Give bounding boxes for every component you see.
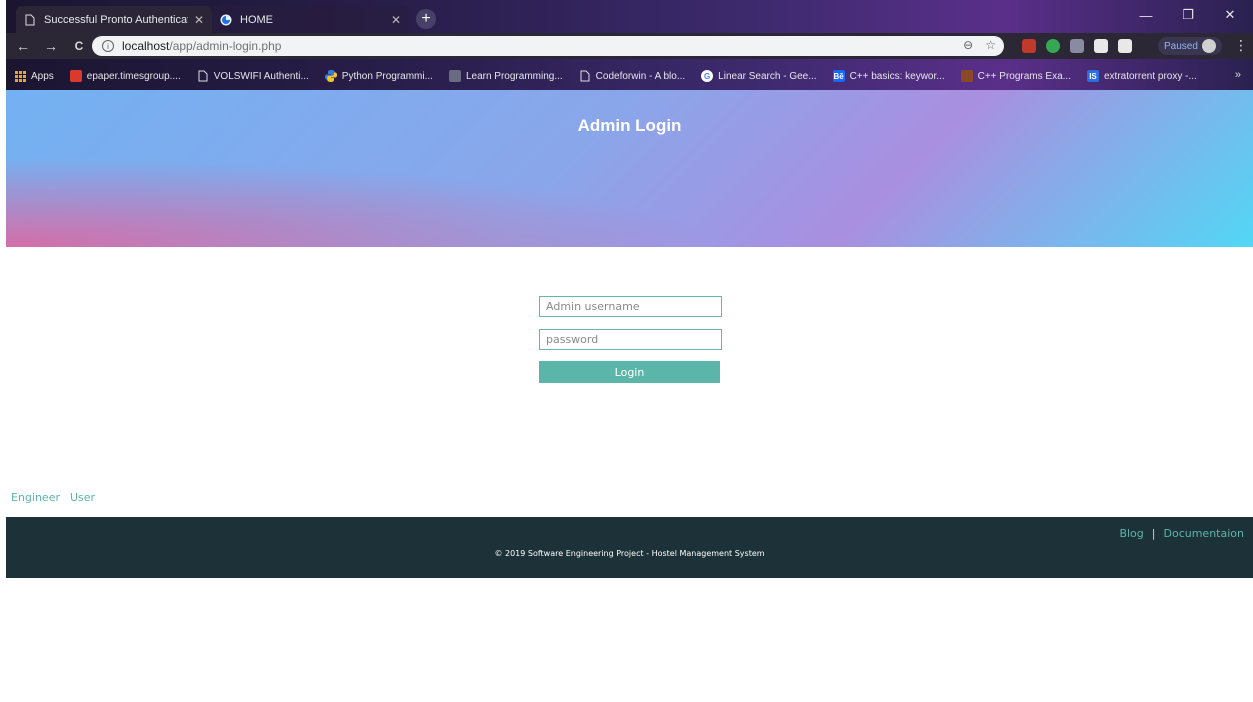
back-button[interactable]: ←	[12, 35, 34, 57]
python-icon	[324, 70, 337, 82]
quick-links: Engineer User	[11, 491, 95, 504]
zoom-icon[interactable]: ⊖	[963, 38, 973, 52]
extension-icon[interactable]	[1094, 39, 1108, 53]
footer-links: Blog | Documentaion	[1119, 527, 1244, 540]
is-icon: IS	[1086, 70, 1099, 82]
bookmark-learn-programming[interactable]: Learn Programming...	[448, 70, 563, 82]
bookmark-label: Codeforwin - A blo...	[595, 70, 686, 82]
bookmark-label: Learn Programming...	[465, 70, 563, 82]
url-path: /app/admin-login.php	[169, 39, 282, 53]
tab-strip: Successful Pronto Authentication ✕ HOME …	[6, 0, 1253, 33]
page-footer: Blog | Documentaion © 2019 Software Engi…	[6, 517, 1253, 578]
google-icon: G	[701, 70, 714, 82]
address-bar[interactable]: i localhost/app/admin-login.php ⊖ ☆	[92, 36, 1004, 56]
grammarly-extension-icon[interactable]	[1046, 39, 1060, 53]
vpn-extension-icon[interactable]	[1070, 39, 1084, 53]
learn-icon	[448, 70, 461, 82]
bookmark-codeforwin[interactable]: Codeforwin - A blo...	[579, 70, 686, 82]
menu-kebab-icon[interactable]: ⋮	[1234, 37, 1248, 54]
bookmark-label: VOLSWIFI Authenti...	[213, 70, 309, 82]
user-link[interactable]: User	[70, 491, 95, 504]
epaper-icon	[69, 70, 82, 82]
tab-close-icon[interactable]: ✕	[194, 13, 204, 27]
tab-pronto-authentication[interactable]: Successful Pronto Authentication ✕	[16, 6, 212, 33]
admin-username-input[interactable]	[539, 296, 722, 317]
bookmark-cpp-programs[interactable]: C++ Programs Exa...	[960, 70, 1071, 82]
url-host: localhost	[122, 39, 170, 53]
bookmark-extratorrent[interactable]: IS extratorrent proxy -...	[1086, 70, 1197, 82]
bookmark-linear-search[interactable]: G Linear Search - Gee...	[701, 70, 817, 82]
bookmark-epaper[interactable]: epaper.timesgroup....	[69, 70, 181, 82]
browser-toolbar: ← → C i localhost/app/admin-login.php ⊖ …	[6, 33, 1253, 59]
blog-link[interactable]: Blog	[1119, 527, 1143, 540]
bookmark-label: C++ Programs Exa...	[977, 70, 1071, 82]
page-title: Admin Login	[577, 116, 682, 135]
acrobat-extension-icon[interactable]	[1022, 39, 1036, 53]
bookmark-python[interactable]: Python Programmi...	[324, 70, 433, 82]
minimize-button[interactable]: —	[1126, 4, 1166, 26]
behance-icon: Bē	[832, 70, 845, 82]
tab-home[interactable]: HOME ✕	[212, 6, 409, 33]
page-icon	[197, 70, 209, 82]
cpp-icon	[960, 70, 973, 82]
reload-button[interactable]: C	[68, 35, 90, 57]
maximize-button[interactable]: ❐	[1168, 4, 1208, 26]
extension-icon[interactable]	[1118, 39, 1132, 53]
site-favicon-icon	[220, 14, 232, 26]
new-tab-button[interactable]: +	[416, 9, 436, 29]
bookmark-label: Apps	[31, 70, 54, 82]
bookmark-label: C++ basics: keywor...	[849, 70, 945, 82]
tab-title: HOME	[240, 13, 273, 26]
page-icon	[24, 14, 36, 26]
tab-close-icon[interactable]: ✕	[391, 13, 401, 27]
browser-chrome: Successful Pronto Authentication ✕ HOME …	[6, 0, 1253, 90]
forward-button[interactable]: →	[40, 35, 62, 57]
bookmark-volswifi[interactable]: VOLSWIFI Authenti...	[197, 70, 309, 82]
profile-button[interactable]: Paused	[1158, 37, 1222, 55]
omnibox-actions: ⊖ ☆	[963, 38, 996, 52]
bookmark-label: epaper.timesgroup....	[86, 70, 181, 82]
profile-status: Paused	[1164, 40, 1198, 52]
bookmark-label: extratorrent proxy -...	[1103, 70, 1197, 82]
password-input[interactable]	[539, 329, 722, 350]
tab-title: Successful Pronto Authentication	[44, 13, 188, 26]
bookmark-apps[interactable]: Apps	[14, 70, 54, 82]
login-button[interactable]: Login	[539, 361, 720, 383]
apps-grid-icon	[14, 70, 26, 82]
documentation-link[interactable]: Documentaion	[1164, 527, 1245, 540]
close-window-button[interactable]: ✕	[1210, 4, 1250, 26]
bookmark-star-icon[interactable]: ☆	[985, 38, 996, 52]
hero-banner: Admin Login	[6, 90, 1253, 247]
admin-login-form: Login	[539, 296, 722, 383]
bookmark-cpp-basics[interactable]: Bē C++ basics: keywor...	[832, 70, 945, 82]
site-info-icon[interactable]: i	[102, 40, 114, 52]
engineer-link[interactable]: Engineer	[11, 491, 60, 504]
copyright-text: © 2019 Software Engineering Project - Ho…	[494, 549, 765, 558]
avatar	[1201, 39, 1216, 53]
page-icon	[579, 70, 591, 82]
bookmark-label: Linear Search - Gee...	[718, 70, 817, 82]
bookmarks-overflow-icon[interactable]: »	[1235, 69, 1241, 81]
footer-separator: |	[1151, 527, 1156, 540]
bookmark-label: Python Programmi...	[341, 70, 433, 82]
bookmarks-bar: Apps epaper.timesgroup.... VOLSWIFI Auth…	[6, 62, 1253, 90]
